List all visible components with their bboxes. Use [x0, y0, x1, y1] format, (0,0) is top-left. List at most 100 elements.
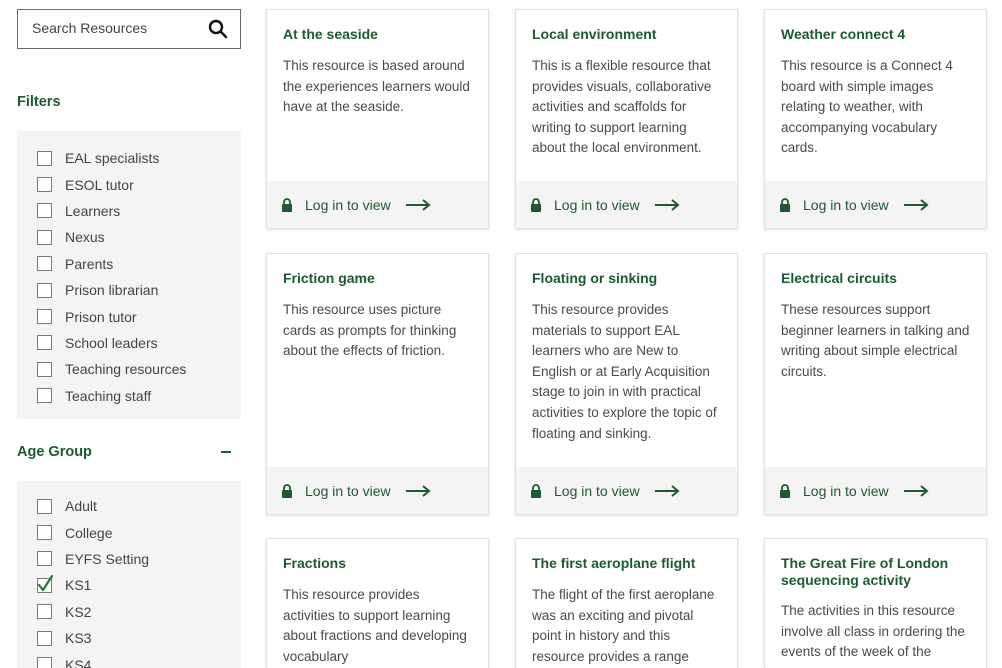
checkbox[interactable] — [37, 525, 52, 541]
login-to-view-link[interactable]: Log in to view — [305, 483, 391, 499]
search-input[interactable] — [18, 10, 198, 46]
arrow-right-icon[interactable] — [903, 484, 929, 497]
filters-list: EAL specialists ESOL tutor Learners Nexu… — [17, 131, 241, 419]
age-group-toggle[interactable]: Age Group — [17, 434, 241, 470]
filter-item[interactable]: Teaching staff — [17, 383, 241, 409]
resource-card[interactable]: Local environment This is a flexible res… — [515, 9, 738, 229]
card-footer[interactable]: Log in to view — [765, 181, 986, 228]
resource-card[interactable]: Electrical circuits These resources supp… — [764, 253, 987, 515]
filter-item[interactable]: Nexus — [17, 224, 241, 250]
card-title[interactable]: Friction game — [283, 270, 474, 287]
checkbox[interactable] — [37, 335, 52, 351]
card-title[interactable]: Floating or sinking — [532, 270, 723, 287]
filter-label: Prison librarian — [65, 282, 159, 299]
login-to-view-link[interactable]: Log in to view — [554, 483, 640, 499]
login-to-view-link[interactable]: Log in to view — [803, 197, 889, 213]
card-title[interactable]: Fractions — [283, 555, 474, 572]
filter-label: Parents — [65, 255, 114, 272]
card-title[interactable]: The first aeroplane flight — [532, 555, 723, 572]
card-title[interactable]: Local environment — [532, 26, 723, 43]
arrow-right-icon[interactable] — [903, 198, 929, 211]
filter-item[interactable]: Prison librarian — [17, 277, 241, 303]
filter-label: Learners — [65, 202, 121, 219]
card-description: This is a flexible resource that provide… — [532, 58, 712, 156]
search-icon[interactable] — [208, 19, 228, 39]
resource-card[interactable]: Floating or sinking This resource provid… — [515, 253, 738, 515]
card-footer[interactable]: Log in to view — [267, 181, 488, 228]
minus-icon[interactable] — [221, 451, 231, 453]
filter-item[interactable]: EAL specialists — [17, 145, 241, 171]
card-title[interactable]: Electrical circuits — [781, 270, 972, 287]
card-description: This resource is based around the experi… — [283, 58, 470, 115]
card-title[interactable]: Weather connect 4 — [781, 26, 972, 43]
checkbox[interactable] — [37, 361, 52, 377]
checkbox[interactable] — [37, 630, 52, 646]
arrow-right-icon[interactable] — [654, 484, 680, 497]
lock-icon — [282, 197, 292, 212]
checkbox[interactable] — [37, 282, 52, 298]
card-description: These resources support beginner learner… — [781, 302, 970, 379]
checkbox-checked[interactable] — [37, 574, 53, 593]
age-item[interactable]: KS3 — [17, 625, 241, 651]
card-description: This resource uses picture cards as prom… — [283, 302, 457, 359]
filter-label: Prison tutor — [65, 308, 137, 325]
filter-label: ESOL tutor — [65, 176, 134, 193]
card-description: This resource provides materials to supp… — [532, 302, 717, 441]
card-footer[interactable]: Log in to view — [765, 467, 986, 514]
filter-label: Teaching staff — [65, 387, 152, 404]
checkbox[interactable] — [37, 657, 52, 668]
age-item[interactable]: Adult — [17, 493, 241, 519]
checkbox[interactable] — [37, 256, 52, 272]
login-to-view-link[interactable]: Log in to view — [803, 483, 889, 499]
age-label: Adult — [65, 498, 97, 515]
checkbox[interactable] — [37, 203, 52, 219]
checkbox[interactable] — [37, 150, 52, 166]
sidebar: Filters EAL specialists ESOL tutor Learn… — [17, 9, 241, 668]
card-description: The activities in this resource involve … — [781, 603, 965, 660]
resource-card[interactable]: The Great Fire of London sequencing acti… — [764, 538, 987, 668]
age-group-list: Adult College EYFS Setting KS1 KS2 KS3 K… — [17, 481, 241, 668]
age-item[interactable]: KS4 — [17, 651, 241, 668]
lock-icon — [282, 483, 292, 498]
resource-card[interactable]: The first aeroplane flight The flight of… — [515, 538, 738, 668]
age-item[interactable]: College — [17, 519, 241, 545]
card-title[interactable]: The Great Fire of London sequencing acti… — [781, 555, 972, 589]
age-item[interactable]: EYFS Setting — [17, 546, 241, 572]
resource-card[interactable]: At the seaside This resource is based ar… — [266, 9, 489, 229]
lock-icon — [780, 197, 790, 212]
checkbox[interactable] — [37, 309, 52, 325]
age-group-heading: Age Group — [17, 444, 92, 460]
age-item[interactable]: KS2 — [17, 599, 241, 625]
login-to-view-link[interactable]: Log in to view — [305, 197, 391, 213]
filter-item[interactable]: ESOL tutor — [17, 171, 241, 197]
checkbox[interactable] — [37, 229, 52, 245]
filter-item[interactable]: Learners — [17, 198, 241, 224]
age-label: KS1 — [65, 577, 92, 594]
age-label: EYFS Setting — [65, 550, 150, 567]
card-footer[interactable]: Log in to view — [267, 467, 488, 514]
checkbox[interactable] — [37, 498, 52, 514]
resource-card[interactable]: Friction game This resource uses picture… — [266, 253, 489, 515]
arrow-right-icon[interactable] — [405, 484, 431, 497]
checkbox[interactable] — [37, 604, 52, 620]
card-title[interactable]: At the seaside — [283, 26, 474, 43]
card-footer[interactable]: Log in to view — [516, 181, 737, 228]
resource-card[interactable]: Weather connect 4 This resource is a Con… — [764, 9, 987, 229]
checkbox[interactable] — [37, 551, 52, 567]
card-footer[interactable]: Log in to view — [516, 467, 737, 514]
filter-item[interactable]: Parents — [17, 251, 241, 277]
filter-item[interactable]: Prison tutor — [17, 303, 241, 329]
age-item[interactable]: KS1 — [17, 572, 241, 598]
checkbox[interactable] — [37, 177, 52, 193]
checkbox[interactable] — [37, 388, 52, 404]
card-description: This resource is a Connect 4 board with … — [781, 58, 953, 156]
arrow-right-icon[interactable] — [654, 198, 680, 211]
age-label: KS4 — [65, 656, 92, 668]
login-to-view-link[interactable]: Log in to view — [554, 197, 640, 213]
filter-item[interactable]: School leaders — [17, 330, 241, 356]
lock-icon — [780, 483, 790, 498]
lock-icon — [531, 483, 541, 498]
filter-item[interactable]: Teaching resources — [17, 356, 241, 382]
resource-card[interactable]: Fractions This resource provides activit… — [266, 538, 489, 668]
arrow-right-icon[interactable] — [405, 198, 431, 211]
